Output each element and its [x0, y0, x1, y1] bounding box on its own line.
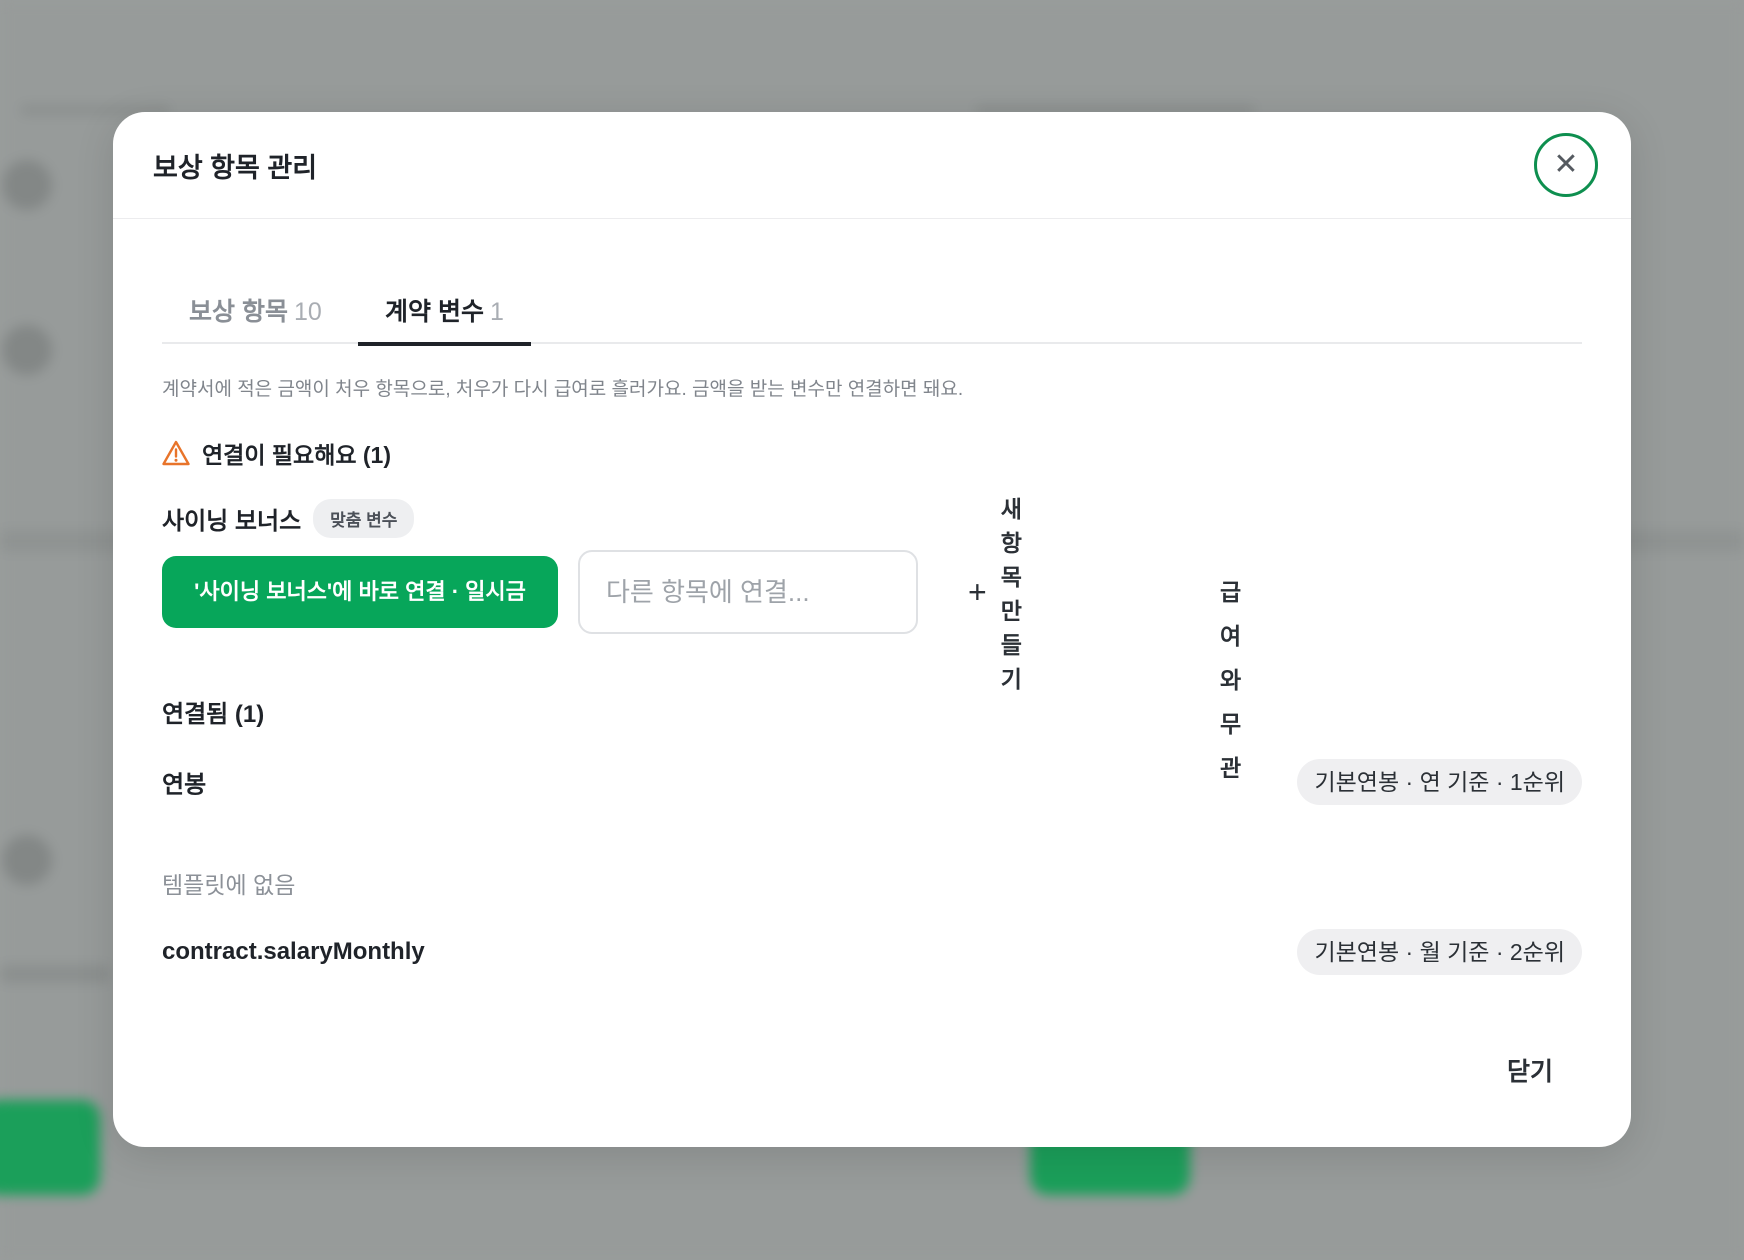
tab-count: 10 [293, 298, 322, 326]
unrelated-to-payroll-button[interactable]: 급여와 무관 [1220, 570, 1241, 781]
modal-title: 보상 항목 관리 [153, 153, 318, 183]
link-other-item-input[interactable] [578, 550, 918, 634]
connected-row[interactable]: contract.salaryMonthly 기본연봉 · 월 기준 · 2순위 [162, 929, 1582, 975]
needs-link-heading: 연결이 필요해요 (1) [162, 436, 391, 470]
link-directly-button[interactable]: '사이닝 보너스'에 바로 연결 · 일시금 [162, 556, 558, 628]
tab-bar: 보상 항목 10 계약 변수 1 [162, 284, 1582, 346]
background-avatar [2, 835, 52, 885]
tab-contract-variables[interactable]: 계약 변수 1 [358, 284, 531, 346]
background-avatar [2, 325, 52, 375]
create-new-item-button[interactable]: + 새 항목 만들기 [968, 496, 1022, 692]
connected-row-name: 연봉 [162, 771, 207, 799]
connected-heading: 연결됨 (1) [162, 701, 265, 728]
tab-label: 계약 변수 [385, 298, 484, 326]
tab-compensation-items[interactable]: 보상 항목 10 [162, 284, 349, 344]
tab-label: 보상 항목 [189, 298, 288, 326]
background-button [0, 1100, 100, 1195]
background-text [0, 965, 110, 983]
tab-count: 1 [489, 298, 504, 326]
connected-row-name: contract.salaryMonthly [162, 938, 425, 965]
custom-variable-badge: 맞춤 변수 [313, 499, 415, 538]
variable-name: 사이닝 보너스 [162, 508, 302, 535]
compensation-items-modal: 보상 항목 관리 ✕ 보상 항목 10 계약 변수 1 계약서에 적은 금액이 처우… [113, 112, 1631, 1147]
close-button[interactable]: 닫기 [1507, 1052, 1553, 1088]
background-avatar [2, 160, 52, 210]
modal-header: 보상 항목 관리 ✕ [113, 112, 1631, 219]
plus-icon: + [968, 574, 987, 610]
variable-row: 사이닝 보너스 맞춤 변수 [162, 499, 415, 538]
not-in-template-label: 템플릿에 없음 [162, 872, 296, 898]
close-icon: ✕ [1553, 148, 1579, 181]
mapping-chip[interactable]: 기본연봉 · 연 기준 · 1순위 [1297, 759, 1582, 805]
connected-row[interactable]: 연봉 기본연봉 · 연 기준 · 1순위 [162, 759, 1582, 805]
description-text: 계약서에 적은 금액이 처우 항목으로, 처우가 다시 급여로 흘러가요. 금액… [162, 379, 964, 400]
warning-icon [162, 440, 190, 466]
mapping-chip[interactable]: 기본연봉 · 월 기준 · 2순위 [1297, 929, 1582, 975]
modal-close-button[interactable]: ✕ [1534, 133, 1598, 197]
needs-link-heading-text: 연결이 필요해요 (1) [202, 442, 392, 468]
create-new-item-label: 새 항목 만들기 [1000, 496, 1022, 692]
